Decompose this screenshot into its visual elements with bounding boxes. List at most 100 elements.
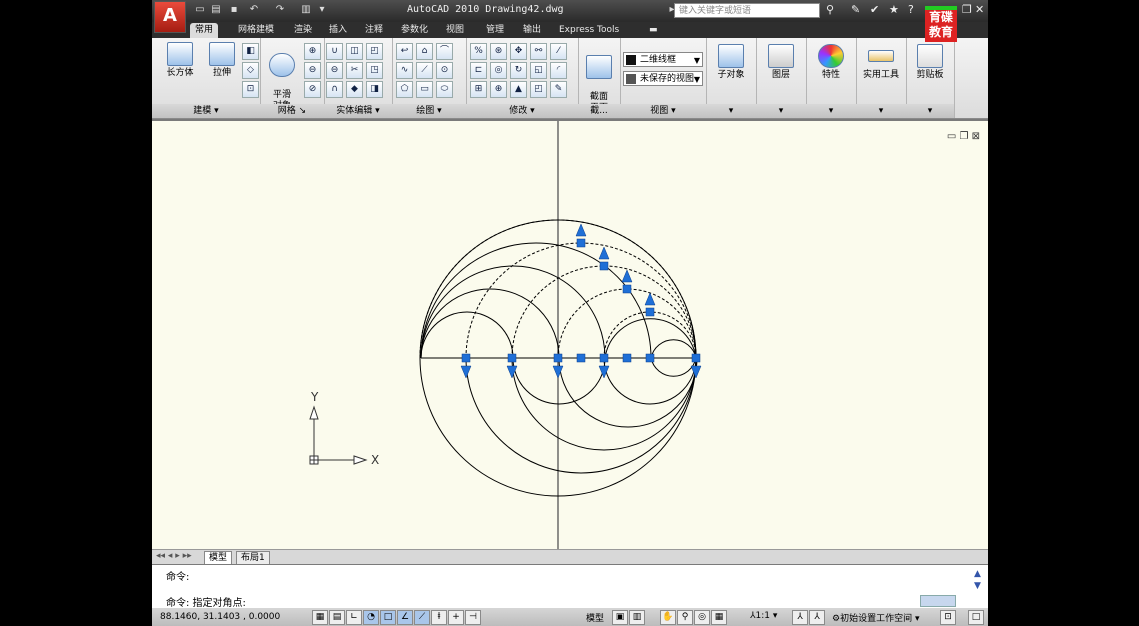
visual-style-dropdown[interactable]: 二维线框 ▼ bbox=[623, 52, 703, 67]
undo-icon[interactable]: ↶ bbox=[248, 4, 260, 16]
ray-icon[interactable]: ⟋ bbox=[416, 62, 433, 79]
tab-render[interactable]: 渲染 bbox=[289, 23, 317, 38]
grip[interactable] bbox=[691, 353, 701, 363]
lineweight-icon[interactable]: ⊣ bbox=[465, 610, 481, 625]
object-snap-icon[interactable]: □ bbox=[380, 610, 396, 625]
tab-express-tools[interactable]: Express Tools bbox=[554, 23, 624, 38]
grip[interactable] bbox=[622, 353, 632, 363]
thicken-icon[interactable]: ◆ bbox=[346, 81, 363, 98]
redo-icon[interactable]: ↷ bbox=[274, 4, 286, 16]
help-icon[interactable]: ? bbox=[908, 4, 914, 16]
spline-icon[interactable]: ∿ bbox=[396, 62, 413, 79]
open-file-icon[interactable]: ▤ bbox=[210, 4, 222, 16]
grip[interactable] bbox=[576, 353, 586, 363]
properties-expand-icon[interactable]: ▾ bbox=[806, 104, 856, 118]
presspull-icon[interactable]: ◇ bbox=[242, 62, 259, 79]
array-icon[interactable]: ⊞ bbox=[470, 81, 487, 98]
extrude-faces-icon[interactable]: ◰ bbox=[366, 43, 383, 60]
new-file-icon[interactable]: ▭ bbox=[194, 4, 206, 16]
ortho-mode-icon[interactable]: ∟ bbox=[346, 610, 362, 625]
utilities-button[interactable]: 实用工具 bbox=[859, 44, 903, 81]
command-window[interactable]: 命令: 命令: 指定对角点: ▲ ▼ bbox=[152, 564, 988, 610]
fillet-icon[interactable]: ◜ bbox=[550, 62, 567, 79]
crease-icon[interactable]: ⊘ bbox=[304, 81, 321, 98]
quick-view-layouts-icon[interactable]: ▣ bbox=[612, 610, 628, 625]
dynamic-input-icon[interactable]: + bbox=[448, 610, 464, 625]
horizontal-scrollbar[interactable] bbox=[920, 595, 956, 607]
stretch-icon[interactable]: ⊏ bbox=[470, 62, 487, 79]
model-space-label[interactable]: 模型 bbox=[586, 611, 604, 624]
arc-icon[interactable]: ⌒ bbox=[436, 43, 453, 60]
tab-home[interactable]: 常用 bbox=[190, 23, 219, 38]
layers-button[interactable]: 图层 bbox=[761, 44, 801, 81]
grip[interactable] bbox=[645, 353, 655, 363]
subtract-icon[interactable]: ⊖ bbox=[326, 62, 343, 79]
panel-label-draw[interactable]: 绘图 ▾ bbox=[392, 104, 466, 118]
showmotion-icon[interactable]: ▦ bbox=[711, 610, 727, 625]
offset-icon[interactable]: ◎ bbox=[490, 62, 507, 79]
print-icon[interactable]: ▥ bbox=[300, 4, 312, 16]
scale-icon[interactable]: ◱ bbox=[530, 62, 547, 79]
grip[interactable] bbox=[622, 284, 632, 294]
panel-label-mesh[interactable]: 网格 ↘ bbox=[260, 104, 324, 118]
command-prompt-line[interactable]: 命令: 指定对角点: bbox=[166, 594, 246, 609]
ellipse-icon[interactable]: ⬭ bbox=[436, 81, 453, 98]
grip[interactable] bbox=[599, 353, 609, 363]
mirror-icon[interactable]: % bbox=[470, 43, 487, 60]
restore-window-icon[interactable]: ❐ bbox=[962, 4, 972, 16]
clean-screen-icon[interactable]: □ bbox=[968, 610, 984, 625]
scroll-up-icon[interactable]: ▲ bbox=[974, 569, 981, 579]
smooth-more-icon[interactable]: ⊕ bbox=[304, 43, 321, 60]
tab-layout1[interactable]: 布局1 bbox=[236, 551, 270, 565]
smooth-object-button[interactable]: 平滑 对象 bbox=[264, 42, 300, 112]
refine-mesh-icon[interactable]: ⊖ bbox=[304, 62, 321, 79]
move-icon[interactable]: ✥ bbox=[510, 43, 527, 60]
grip[interactable] bbox=[553, 353, 563, 363]
ducs-icon[interactable]: ⱡ bbox=[431, 610, 447, 625]
ribbon-minimize-icon[interactable]: ▬ bbox=[644, 23, 663, 38]
toolbar-lock-icon[interactable]: ⊡ bbox=[940, 610, 956, 625]
subobject-button[interactable]: 子对象 bbox=[711, 44, 751, 81]
panel-label-view[interactable]: 视图 ▾ bbox=[620, 104, 706, 118]
tab-manage[interactable]: 管理 bbox=[481, 23, 509, 38]
grid-display-icon[interactable]: ▤ bbox=[329, 610, 345, 625]
panel-label-modeling[interactable]: 建模 ▾ bbox=[152, 104, 260, 118]
properties-button[interactable]: 特性 bbox=[811, 44, 851, 81]
annotation-scale[interactable]: ⅄1:1 ▾ bbox=[750, 611, 777, 621]
tab-model[interactable]: 模型 bbox=[204, 551, 233, 565]
arrow-grip[interactable] bbox=[575, 223, 587, 237]
imprint-icon[interactable]: ◨ bbox=[366, 81, 383, 98]
sweep-icon[interactable]: ⊡ bbox=[242, 81, 259, 98]
erase-icon[interactable]: ✎ bbox=[550, 81, 567, 98]
arrow-grip[interactable] bbox=[460, 365, 472, 379]
extract-edges-icon[interactable]: ◫ bbox=[346, 43, 363, 60]
line-icon[interactable]: ↩ bbox=[396, 43, 413, 60]
binoculars-icon[interactable]: ⚲ bbox=[826, 4, 834, 16]
favorites-star-icon[interactable]: ★ bbox=[889, 4, 899, 16]
quick-view-drawings-icon[interactable]: ▥ bbox=[629, 610, 645, 625]
annotation-visibility-icon[interactable]: ⅄ bbox=[792, 610, 808, 625]
grip[interactable] bbox=[576, 238, 586, 248]
tab-mesh-modeling[interactable]: 网格建模 bbox=[233, 23, 279, 38]
workspace-switcher[interactable]: ⚙初始设置工作空间 ▾ bbox=[832, 611, 919, 624]
layers-expand-icon[interactable]: ▾ bbox=[756, 104, 806, 118]
rotate-icon[interactable]: ↻ bbox=[510, 62, 527, 79]
grip[interactable] bbox=[461, 353, 471, 363]
subscription-icon[interactable]: ✔ bbox=[870, 4, 879, 16]
otrack-icon[interactable]: ⟋ bbox=[414, 610, 430, 625]
explode-icon[interactable]: ◰ bbox=[530, 81, 547, 98]
pan-icon[interactable]: ✋ bbox=[660, 610, 676, 625]
named-view-dropdown[interactable]: 未保存的视图 ▼ bbox=[623, 71, 703, 86]
tab-parametric[interactable]: 参数化 bbox=[396, 23, 433, 38]
quick-access-dropdown-icon[interactable]: ▾ bbox=[316, 4, 328, 16]
zoom-icon[interactable]: ⚲ bbox=[677, 610, 693, 625]
panel-label-solid-edit[interactable]: 实体编辑 ▾ bbox=[324, 104, 392, 118]
auto-scale-icon[interactable]: ⅄ bbox=[809, 610, 825, 625]
polysolid-icon[interactable]: ◧ bbox=[242, 43, 259, 60]
arrow-grip[interactable] bbox=[621, 269, 633, 283]
grip[interactable] bbox=[645, 307, 655, 317]
grip[interactable] bbox=[507, 353, 517, 363]
circle-icon[interactable]: ⊙ bbox=[436, 62, 453, 79]
tab-insert[interactable]: 插入 bbox=[324, 23, 352, 38]
clipboard-button[interactable]: 剪贴板 bbox=[910, 44, 950, 81]
